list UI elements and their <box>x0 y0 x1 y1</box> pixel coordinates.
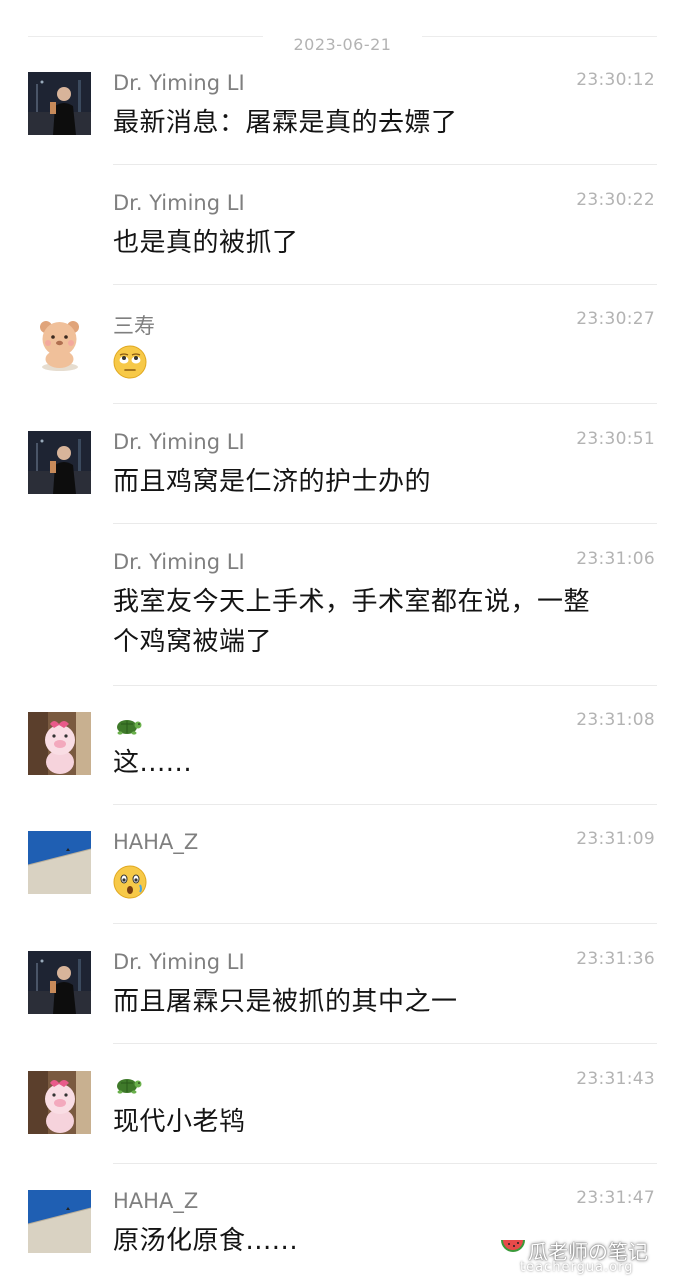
message-separator <box>113 284 657 285</box>
message-item[interactable]: Dr. Yiming LI 23:31:06 我室友今天上手术，手术室都在说，一… <box>0 547 685 686</box>
message-text-line: 我室友今天上手术，手术室都在说，一整 <box>113 587 591 617</box>
message-time: 23:31:09 <box>576 829 655 849</box>
sender-name: Dr. Yiming LI <box>113 430 245 454</box>
date-label: 2023-06-21 <box>293 35 392 54</box>
message-separator <box>113 685 657 686</box>
message-item[interactable]: 23:31:43 现代小老鸨 <box>0 1067 685 1164</box>
dr-yiming-avatar[interactable] <box>28 72 91 135</box>
message-item[interactable]: 23:31:08 这...... <box>0 708 685 805</box>
message-text-line: 个鸡窝被端了 <box>113 627 273 657</box>
watermark-url: teachergua.org <box>520 1260 634 1275</box>
turtle-icon <box>113 1072 143 1100</box>
message-time: 23:30:27 <box>576 309 655 329</box>
message-separator <box>113 523 657 524</box>
sender-name: HAHA_Z <box>113 1189 199 1213</box>
message-time: 23:30:22 <box>576 190 655 210</box>
sky-wall-avatar[interactable] <box>28 1190 91 1253</box>
sender-name: Dr. Yiming LI <box>113 950 245 974</box>
message-separator <box>113 403 657 404</box>
message-text: 也是真的被抓了 <box>113 228 299 258</box>
rolling-eyes-emoji <box>113 345 147 379</box>
sender-name: Dr. Yiming LI <box>113 550 245 574</box>
sender-name: Dr. Yiming LI <box>113 191 245 215</box>
bear-avatar[interactable] <box>28 311 91 374</box>
sky-wall-avatar[interactable] <box>28 831 91 894</box>
watermark: 瓜老师の笔记 teachergua.org <box>498 1232 678 1278</box>
surprised-emoji <box>113 865 147 899</box>
dr-yiming-avatar[interactable] <box>28 431 91 494</box>
message-separator <box>113 804 657 805</box>
message-time: 23:30:12 <box>576 70 655 90</box>
message-time: 23:31:47 <box>576 1188 655 1208</box>
message-text: 而且屠霖只是被抓的其中之一 <box>113 987 458 1017</box>
message-item[interactable]: Dr. Yiming LI 23:30:51 而且鸡窝是仁济的护士办的 <box>0 427 685 524</box>
sender-name: 三寿 <box>113 314 155 338</box>
watermelon-icon <box>500 1236 526 1262</box>
message-time: 23:31:06 <box>576 549 655 569</box>
message-item[interactable]: Dr. Yiming LI 23:30:12 最新消息：屠霖是真的去嫖了 <box>0 68 685 165</box>
pink-pig-avatar[interactable] <box>28 1071 91 1134</box>
date-divider: 2023-06-21 <box>0 22 685 54</box>
message-text: 而且鸡窝是仁济的护士办的 <box>113 467 432 497</box>
message-text: 最新消息：屠霖是真的去嫖了 <box>113 108 458 138</box>
divider-line-left <box>28 36 263 37</box>
message-separator <box>113 923 657 924</box>
message-item[interactable]: Dr. Yiming LI 23:30:22 也是真的被抓了 <box>0 188 685 285</box>
divider-line-right <box>422 36 657 37</box>
message-separator <box>113 1043 657 1044</box>
message-text: 现代小老鸨 <box>113 1107 246 1137</box>
message-item[interactable]: Dr. Yiming LI 23:31:36 而且屠霖只是被抓的其中之一 <box>0 947 685 1044</box>
sender-name: Dr. Yiming LI <box>113 71 245 95</box>
message-time: 23:30:51 <box>576 429 655 449</box>
pink-pig-avatar[interactable] <box>28 712 91 775</box>
message-item[interactable]: 三寿 23:30:27 <box>0 307 685 404</box>
message-time: 23:31:36 <box>576 949 655 969</box>
sender-name: HAHA_Z <box>113 830 199 854</box>
message-separator <box>113 164 657 165</box>
message-time: 23:31:08 <box>576 710 655 730</box>
message-time: 23:31:43 <box>576 1069 655 1089</box>
dr-yiming-avatar[interactable] <box>28 951 91 1014</box>
message-item[interactable]: HAHA_Z 23:31:09 <box>0 827 685 924</box>
message-separator <box>113 1163 657 1164</box>
message-text: 这...... <box>113 748 193 778</box>
turtle-icon <box>113 713 143 741</box>
